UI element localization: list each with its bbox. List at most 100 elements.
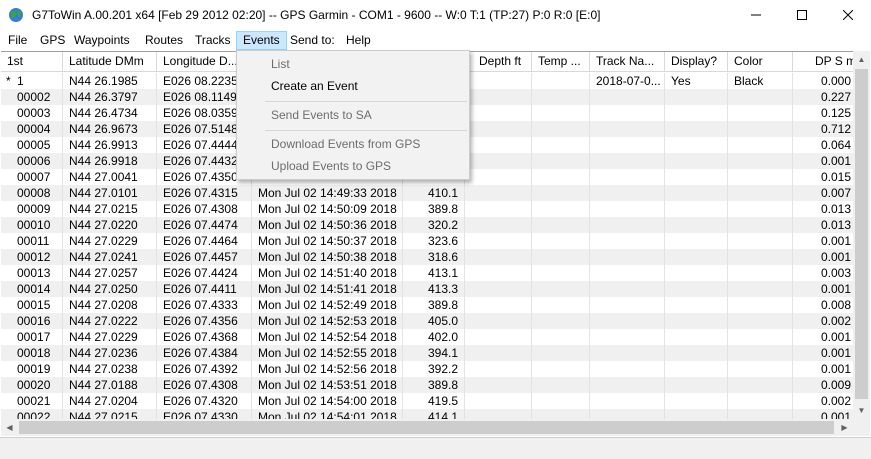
close-button[interactable] xyxy=(825,0,871,30)
table-row[interactable]: 00009 N44 27.0215 E026 07.4308 Mon Jul 02 1… xyxy=(1,201,854,217)
menu-item-download-events[interactable]: Download Events from GPS xyxy=(271,133,420,155)
row-color xyxy=(728,217,793,233)
row-color xyxy=(728,169,793,185)
close-icon xyxy=(843,10,853,20)
column-header-color[interactable]: Color xyxy=(728,52,793,72)
column-header-depth[interactable]: Depth ft xyxy=(465,52,532,72)
row-id: 00013 xyxy=(1,265,63,281)
menu-help[interactable]: Help xyxy=(340,31,377,50)
table-row[interactable]: 00011 N44 27.0229 E026 07.4464 Mon Jul 02 1… xyxy=(1,233,854,249)
row-time: Mon Jul 02 14:53:51 2018 xyxy=(252,377,403,393)
row-track-name xyxy=(590,345,665,361)
column-header-track-name[interactable]: Track Na... xyxy=(590,52,665,72)
row-depth xyxy=(465,329,532,345)
menu-file[interactable]: File xyxy=(2,31,33,50)
row-display xyxy=(665,121,728,137)
table-row[interactable]: 00012 N44 27.0241 E026 07.4457 Mon Jul 02 1… xyxy=(1,249,854,265)
events-dropdown-menu: List Create an Event Send Events to SA D… xyxy=(236,50,470,180)
horizontal-scrollbar[interactable]: ◀ ▶ xyxy=(1,419,853,436)
row-display xyxy=(665,201,728,217)
row-latitude: N44 27.0229 xyxy=(63,329,157,345)
row-id: 00002 xyxy=(1,89,63,105)
scroll-right-icon[interactable]: ▶ xyxy=(836,419,853,436)
table-row[interactable]: 00016 N44 27.0222 E026 07.4356 Mon Jul 02 1… xyxy=(1,313,854,329)
column-header-temp[interactable]: Temp ... xyxy=(532,52,590,72)
scroll-left-icon[interactable]: ◀ xyxy=(1,419,18,436)
row-latitude: N44 27.0101 xyxy=(63,185,157,201)
row-color xyxy=(728,377,793,393)
table-row[interactable]: 00014 N44 27.0250 E026 07.4411 Mon Jul 02 1… xyxy=(1,281,854,297)
row-longitude: E026 07.4411 xyxy=(157,281,252,297)
row-altitude: 318.6 xyxy=(403,249,465,265)
horizontal-scroll-thumb[interactable] xyxy=(19,421,834,434)
row-latitude: N44 26.9913 xyxy=(63,137,157,153)
row-display xyxy=(665,233,728,249)
row-longitude: E026 07.4457 xyxy=(157,249,252,265)
table-row[interactable]: 00008 N44 27.0101 E026 07.4315 Mon Jul 02 1… xyxy=(1,185,854,201)
row-track-name xyxy=(590,249,665,265)
row-color xyxy=(728,281,793,297)
menu-routes[interactable]: Routes xyxy=(139,31,189,50)
menu-item-send-events-sa[interactable]: Send Events to SA xyxy=(271,104,372,126)
scroll-up-icon[interactable]: ▲ xyxy=(853,51,870,68)
menu-item-list[interactable]: List xyxy=(271,53,290,75)
row-altitude: 323.6 xyxy=(403,233,465,249)
menu-item-upload-events[interactable]: Upload Events to GPS xyxy=(271,155,391,177)
menu-gps[interactable]: GPS xyxy=(34,31,71,50)
row-track-name xyxy=(590,89,665,105)
table-row[interactable]: 00022 N44 27.0215 E026 07.4330 Mon Jul 02 1… xyxy=(1,409,854,419)
row-id: 00012 xyxy=(1,249,63,265)
scroll-down-icon[interactable]: ▼ xyxy=(853,402,870,419)
row-display xyxy=(665,377,728,393)
row-time: Mon Jul 02 14:50:36 2018 xyxy=(252,217,403,233)
maximize-button[interactable] xyxy=(779,0,825,30)
row-depth xyxy=(465,393,532,409)
row-display xyxy=(665,393,728,409)
column-header-latitude[interactable]: Latitude DMm xyxy=(63,52,157,72)
row-altitude: 389.8 xyxy=(403,297,465,313)
row-longitude: E026 07.4368 xyxy=(157,329,252,345)
table-row[interactable]: 00010 N44 27.0220 E026 07.4474 Mon Jul 02 1… xyxy=(1,217,854,233)
menu-item-create-event[interactable]: Create an Event xyxy=(271,75,358,97)
row-id: 00009 xyxy=(1,201,63,217)
row-latitude: N44 27.0241 xyxy=(63,249,157,265)
minimize-button[interactable] xyxy=(733,0,779,30)
row-longitude: E026 07.4356 xyxy=(157,313,252,329)
menu-tracks[interactable]: Tracks xyxy=(189,31,237,50)
row-longitude: E026 07.4424 xyxy=(157,265,252,281)
menu-send-to[interactable]: Send to: xyxy=(284,31,341,50)
row-depth xyxy=(465,281,532,297)
status-bar xyxy=(0,437,871,459)
row-longitude: E026 07.4308 xyxy=(157,377,252,393)
table-row[interactable]: 00013 N44 27.0257 E026 07.4424 Mon Jul 02 1… xyxy=(1,265,854,281)
vertical-scroll-thumb[interactable] xyxy=(855,69,868,399)
row-id: 00005 xyxy=(1,137,63,153)
row-color xyxy=(728,121,793,137)
row-dp: 0.001 xyxy=(793,281,854,297)
column-header-display[interactable]: Display? xyxy=(665,52,728,72)
row-dp: 0.712 xyxy=(793,121,854,137)
table-row[interactable]: 00015 N44 27.0208 E026 07.4333 Mon Jul 02 1… xyxy=(1,297,854,313)
vertical-scrollbar[interactable]: ▲ ▼ xyxy=(853,51,870,419)
column-header-dp[interactable]: DP S m xyxy=(793,52,854,72)
row-display xyxy=(665,329,728,345)
row-display xyxy=(665,281,728,297)
row-display xyxy=(665,361,728,377)
row-dp: 0.013 xyxy=(793,217,854,233)
column-header-1st[interactable]: 1st xyxy=(1,52,63,72)
row-display xyxy=(665,153,728,169)
table-row[interactable]: 00018 N44 27.0236 E026 07.4384 Mon Jul 02 1… xyxy=(1,345,854,361)
table-row[interactable]: 00020 N44 27.0188 E026 07.4308 Mon Jul 02 1… xyxy=(1,377,854,393)
row-depth xyxy=(465,377,532,393)
row-color xyxy=(728,153,793,169)
row-id: 00004 xyxy=(1,121,63,137)
table-row[interactable]: 00021 N44 27.0204 E026 07.4320 Mon Jul 02 1… xyxy=(1,393,854,409)
globe-icon xyxy=(9,8,23,22)
menu-events[interactable]: Events xyxy=(236,31,287,50)
row-temp xyxy=(532,313,590,329)
menu-waypoints[interactable]: Waypoints xyxy=(68,31,136,50)
row-temp xyxy=(532,169,590,185)
row-color xyxy=(728,201,793,217)
table-row[interactable]: 00019 N44 27.0238 E026 07.4392 Mon Jul 02 1… xyxy=(1,361,854,377)
table-row[interactable]: 00017 N44 27.0229 E026 07.4368 Mon Jul 02 1… xyxy=(1,329,854,345)
